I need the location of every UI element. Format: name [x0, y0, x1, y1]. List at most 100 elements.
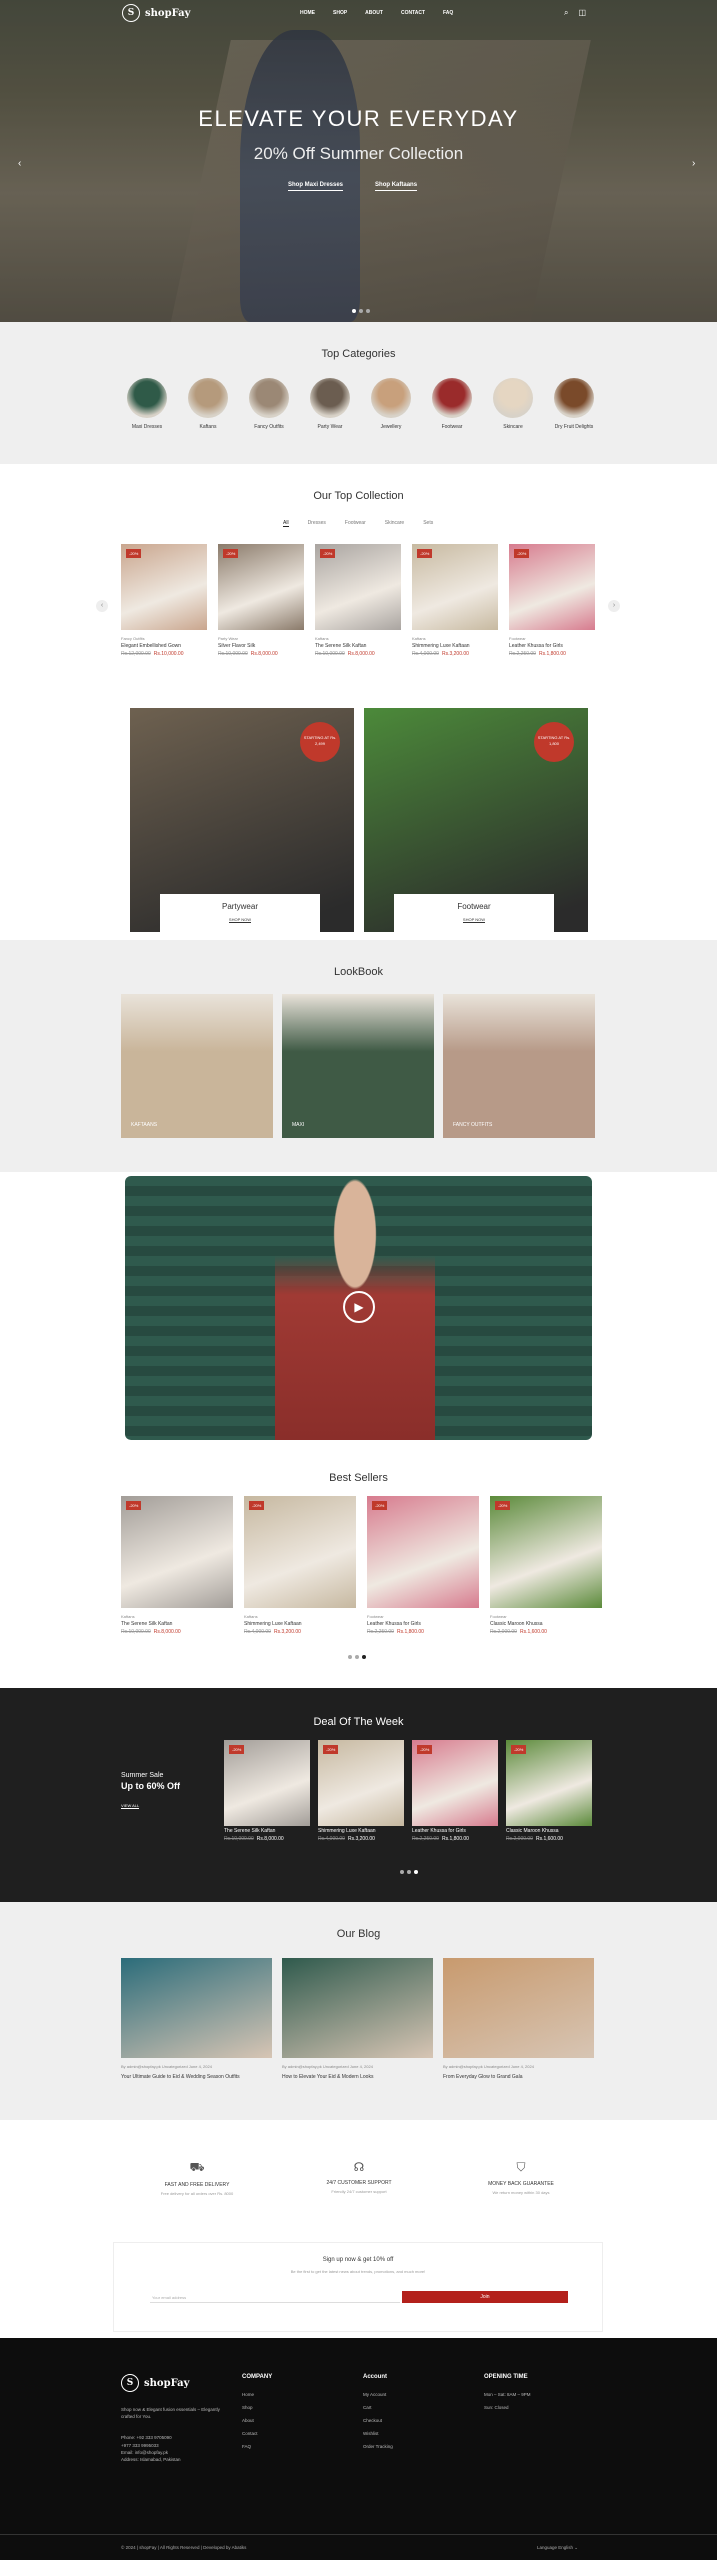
footer-link[interactable]: Wishlist [363, 2431, 393, 2436]
hero-dot[interactable] [352, 309, 356, 313]
product-price: Rs.4,000.00 Rs.3,200.00 [244, 1629, 356, 1635]
product-name[interactable]: The Serene Silk Kaftan [315, 643, 401, 649]
lookbook-item[interactable]: MAXI [282, 994, 434, 1138]
blog-title[interactable]: From Everyday Glow to Grand Gala [443, 2074, 594, 2080]
tab-sets[interactable]: Sets [423, 520, 433, 527]
nav-home[interactable]: HOME [300, 10, 315, 16]
product-name[interactable]: Silver Flavor Silk [218, 643, 304, 649]
product-card[interactable]: -20% Classic Maroon Khussa Rs.2,000.00 Rs.1… [506, 1740, 592, 1842]
section-title: Top Categories [321, 348, 396, 360]
search-icon[interactable]: ⌕ [564, 8, 568, 18]
blog-post[interactable]: By admin@shopfay.pk Uncategorized June 4… [282, 1958, 433, 2080]
partywear-banner[interactable]: STARTING AT Rs. 2,499 Partywear SHOP NOW [130, 708, 354, 932]
product-card[interactable]: -20% The Serene Silk Kaftan Rs.10,000.00 Rs… [224, 1740, 310, 1842]
product-name[interactable]: Classic Maroon Khussa [506, 1828, 592, 1834]
product-card[interactable]: -20% Footwear Leather Khussa for Girls Rs.2… [509, 544, 595, 657]
email-input[interactable]: Your email address [150, 2291, 400, 2303]
footwear-banner[interactable]: STARTING AT Rs. 1,800 Footwear SHOP NOW [364, 708, 588, 932]
blog-post[interactable]: By admin@shopfay.pk Uncategorized June 4… [443, 1958, 594, 2080]
product-name[interactable]: Elegant Embellished Gown [121, 643, 207, 649]
category-image [188, 378, 228, 418]
product-name[interactable]: Shimmering Luxe Kaftaan [412, 643, 498, 649]
carousel-dot[interactable] [400, 1870, 404, 1874]
prev-arrow-icon[interactable]: ‹ [18, 158, 21, 169]
footer-link[interactable]: Checkout [363, 2418, 393, 2423]
category-label: Party Wear [317, 424, 343, 430]
footer-link[interactable]: Home [242, 2392, 272, 2397]
nav-about[interactable]: ABOUT [365, 10, 383, 16]
lookbook-item[interactable]: FANCY OUTFITS [443, 994, 595, 1138]
carousel-dot[interactable] [362, 1655, 366, 1659]
product-card[interactable]: -20% Kaftans The Serene Silk Kaftan Rs.10,0… [121, 1496, 233, 1635]
product-card[interactable]: -20% Kaftans Shimmering Luxe Kaftaan Rs.4,0… [412, 544, 498, 657]
footer-logo[interactable]: SshopFay [121, 2374, 231, 2392]
product-card[interactable]: -20% Kaftans The Serene Silk Kaftan Rs.10,0… [315, 544, 401, 657]
product-card[interactable]: -20% Footwear Leather Khussa for Girls Rs.2… [367, 1496, 479, 1635]
product-card[interactable]: -20% Fancy Outfits Elegant Embellished Gow… [121, 544, 207, 657]
carousel-dot[interactable] [414, 1870, 418, 1874]
footer-link[interactable]: Contact [242, 2431, 272, 2436]
logo[interactable]: SshopFay [122, 4, 190, 22]
category-item[interactable]: Jewellery [369, 378, 413, 430]
footer-link[interactable]: About [242, 2418, 272, 2423]
carousel-dot[interactable] [407, 1870, 411, 1874]
product-name[interactable]: Leather Khussa for Girls [367, 1621, 479, 1627]
promo-video[interactable]: ▶ [125, 1176, 592, 1440]
language-select[interactable]: Language English ⌄ [537, 2545, 578, 2551]
price-stamp: STARTING AT Rs. 2,499 [300, 722, 340, 762]
product-card[interactable]: -20% Leather Khussa for Girls Rs.2,250.00 R… [412, 1740, 498, 1842]
category-item[interactable]: Maxi Dresses [125, 378, 169, 430]
product-name[interactable]: Leather Khussa for Girls [412, 1828, 498, 1834]
join-button[interactable]: Join [402, 2291, 568, 2303]
hero-dot[interactable] [366, 309, 370, 313]
category-item[interactable]: Fancy Outfits [247, 378, 291, 430]
footer-link[interactable]: FAQ [242, 2444, 272, 2449]
shop-now-link[interactable]: SHOP NOW [228, 917, 252, 923]
next-arrow-icon[interactable]: › [608, 600, 620, 612]
product-name[interactable]: The Serene Silk Kaftan [224, 1828, 310, 1834]
category-item[interactable]: Kaftans [186, 378, 230, 430]
tab-all[interactable]: All [283, 520, 289, 527]
category-item[interactable]: Party Wear [308, 378, 352, 430]
nav-faq[interactable]: FAQ [443, 10, 453, 16]
footer-link[interactable]: Order Tracking [363, 2444, 393, 2449]
product-card[interactable]: -20% Party Wear Silver Flavor Silk Rs.10,00… [218, 544, 304, 657]
tab-skincare[interactable]: Skincare [385, 520, 404, 527]
nav-shop[interactable]: SHOP [333, 10, 347, 16]
shop-now-link[interactable]: SHOP NOW [462, 917, 486, 923]
blog-title[interactable]: Your Ultimate Guide to Eid & Wedding Sea… [121, 2074, 272, 2080]
lookbook-item[interactable]: KAFTAANS [121, 994, 273, 1138]
next-arrow-icon[interactable]: › [692, 158, 695, 169]
category-label: Skincare [503, 424, 523, 430]
shop-maxi-button[interactable]: Shop Maxi Dresses [288, 182, 344, 191]
hero-dot[interactable] [359, 309, 363, 313]
category-item[interactable]: Footwear [430, 378, 474, 430]
product-name[interactable]: Shimmering Luxe Kaftaan [318, 1828, 404, 1834]
shop-kaftaans-button[interactable]: Shop Kaftaans [375, 182, 418, 191]
product-card[interactable]: -20% Kaftans Shimmering Luxe Kaftaan Rs.4,0… [244, 1496, 356, 1635]
tab-footwear[interactable]: Footwear [345, 520, 366, 527]
product-card[interactable]: -20% Shimmering Luxe Kaftaan Rs.4,000.00 Rs… [318, 1740, 404, 1842]
footer-link[interactable]: My Account [363, 2392, 393, 2397]
view-all-link[interactable]: VIEW ALL [121, 1803, 140, 1809]
cart-icon[interactable]: ◫ [578, 8, 586, 18]
product-category: Footwear [509, 636, 526, 641]
old-price: Rs.10,000.00 [121, 1629, 151, 1635]
tab-dresses[interactable]: Dresses [308, 520, 326, 527]
play-icon[interactable]: ▶ [343, 1291, 375, 1323]
product-card[interactable]: -20% Footwear Classic Maroon Khussa Rs.2,00… [490, 1496, 602, 1635]
prev-arrow-icon[interactable]: ‹ [96, 600, 108, 612]
product-name[interactable]: Classic Maroon Khussa [490, 1621, 602, 1627]
product-name[interactable]: Shimmering Luxe Kaftaan [244, 1621, 356, 1627]
product-name[interactable]: The Serene Silk Kaftan [121, 1621, 233, 1627]
category-item[interactable]: Dry Fruit Delights [552, 378, 596, 430]
carousel-dot[interactable] [348, 1655, 352, 1659]
nav-contact[interactable]: CONTACT [401, 10, 425, 16]
category-item[interactable]: Skincare [491, 378, 535, 430]
carousel-dot[interactable] [355, 1655, 359, 1659]
footer-link[interactable]: Shop [242, 2405, 272, 2410]
blog-post[interactable]: By admin@shopfay.pk Uncategorized June 4… [121, 1958, 272, 2080]
footer-link[interactable]: Cart [363, 2405, 393, 2410]
blog-title[interactable]: How to Elevate Your Eid & Modern Looks [282, 2074, 433, 2080]
product-name[interactable]: Leather Khussa for Girls [509, 643, 595, 649]
